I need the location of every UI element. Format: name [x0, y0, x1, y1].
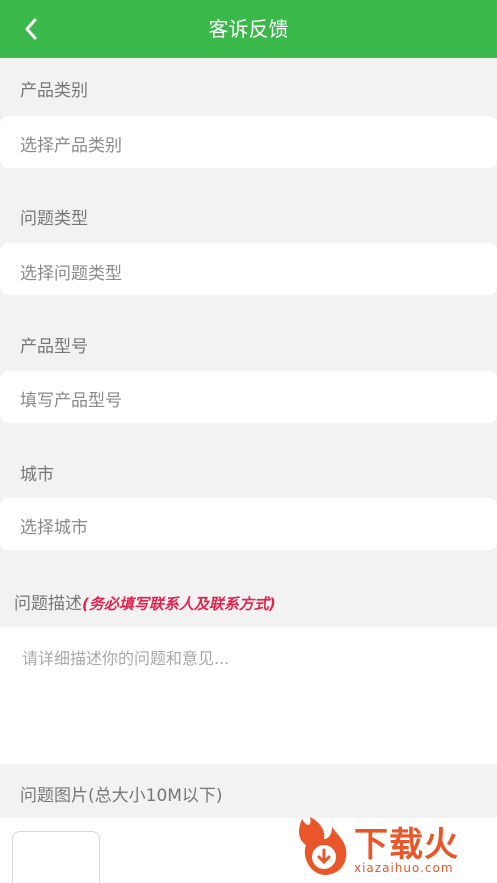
watermark-logo: 下载火 xiazaihuo.com — [292, 815, 492, 881]
issue-type-placeholder: 选择问题类型 — [20, 264, 122, 284]
add-image-button[interactable] — [12, 831, 100, 883]
watermark-url: xiazaihuo.com — [354, 861, 454, 875]
product-category-label: 产品类别 — [20, 81, 88, 101]
product-model-label: 产品型号 — [20, 337, 88, 357]
description-required-note: (务必填写联系人及联系方式) — [82, 595, 276, 613]
product-category-placeholder: 选择产品类别 — [20, 136, 122, 156]
city-placeholder: 选择城市 — [20, 518, 88, 538]
description-placeholder: 请详细描述你的问题和意见... — [22, 649, 230, 668]
watermark-text: 下载火 — [354, 825, 459, 865]
description-label: 问题描述 — [14, 594, 82, 614]
issue-type-label: 问题类型 — [20, 209, 88, 229]
page-title: 客诉反馈 — [208, 17, 289, 41]
app-header: 客诉反馈 — [0, 0, 497, 58]
flame-logo-icon — [299, 817, 347, 875]
description-label-row: 问题描述(务必填写联系人及联系方式) — [14, 589, 276, 614]
city-label: 城市 — [20, 465, 54, 485]
images-label: 问题图片(总大小10M以下) — [20, 786, 223, 806]
product-model-placeholder: 填写产品型号 — [20, 391, 122, 411]
